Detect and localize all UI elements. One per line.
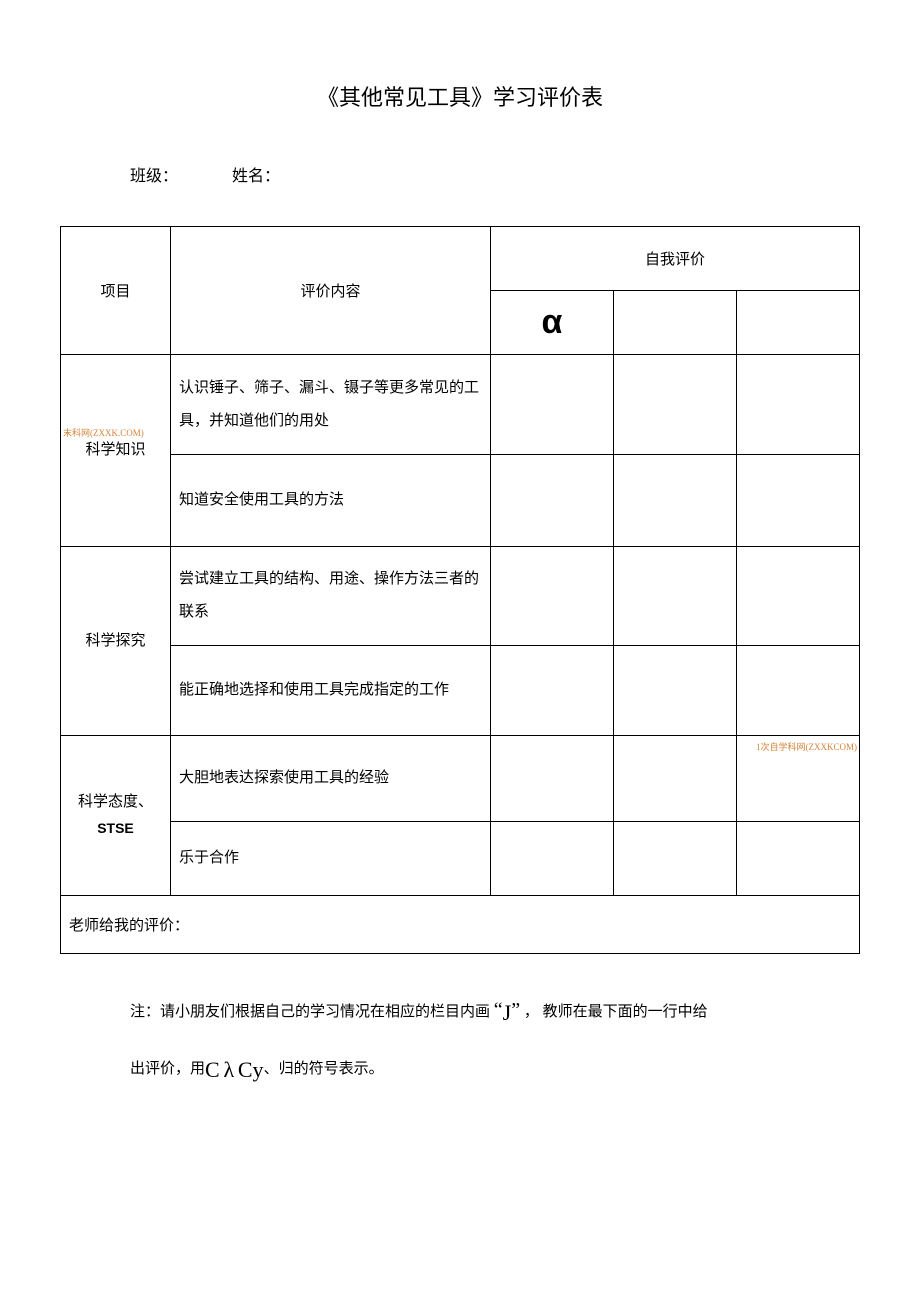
header-content: 评价内容 (171, 227, 491, 355)
project-3: 科学态度、 STSE (61, 736, 171, 896)
evaluation-table: 项目 评价内容 自我评价 α 末科网(ZXXK.COM) 科学知识 认识锤子、筛… (60, 226, 860, 954)
alpha-symbol: α (542, 303, 563, 341)
class-label: 班级： (130, 162, 178, 186)
eval-1-2-b[interactable] (614, 455, 737, 547)
eval-col-2 (614, 291, 737, 355)
eval-3-2-a[interactable] (491, 822, 614, 896)
note-part4: 、归的符号表示。 (264, 1061, 384, 1077)
content-3-1: 大胆地表达探索使用工具的经验 (171, 736, 491, 822)
eval-3-1-a[interactable] (491, 736, 614, 822)
eval-1-1-a[interactable] (491, 355, 614, 455)
eval-2-2-c[interactable] (737, 646, 860, 736)
project-3-line1: 科学态度、 (78, 794, 153, 810)
eval-3-2-c[interactable] (737, 822, 860, 896)
note-text: 注：请小朋友们根据自己的学习情况在相应的栏目内画 “J” ， 教师在最下面的一行… (130, 984, 860, 1098)
note-symbol-c1: C (205, 1057, 220, 1082)
project-1: 末科网(ZXXK.COM) 科学知识 (61, 355, 171, 547)
eval-2-1-a[interactable] (491, 547, 614, 646)
project-2: 科学探究 (61, 547, 171, 736)
eval-3-1-b[interactable] (614, 736, 737, 822)
eval-1-2-a[interactable] (491, 455, 614, 547)
eval-1-1-c[interactable] (737, 355, 860, 455)
eval-col-3 (737, 291, 860, 355)
content-2-1: 尝试建立工具的结构、用途、操作方法三者的联系 (171, 547, 491, 646)
note-quote-close: ” (511, 999, 520, 1021)
eval-1-2-c[interactable] (737, 455, 860, 547)
note-symbol-cy: Cy (238, 1057, 264, 1082)
project-1-label: 科学知识 (85, 442, 145, 458)
eval-col-1: α (491, 291, 614, 355)
page-title: 《其他常见工具》学习评价表 (60, 80, 860, 112)
note-symbol-lambda: λ (223, 1057, 234, 1082)
eval-3-1-c[interactable]: 1次自学科网(ZXXKCOM) (737, 736, 860, 822)
watermark-2: 1次自学科网(ZXXKCOM) (756, 740, 857, 753)
info-row: 班级： 姓名： (130, 162, 860, 186)
note-comma: ， (524, 1004, 539, 1020)
watermark-1: 末科网(ZXXK.COM) (63, 425, 144, 441)
note-quote-open: “ (494, 999, 503, 1021)
note-part1: 注：请小朋友们根据自己的学习情况在相应的栏目内画 (130, 1004, 490, 1020)
eval-2-2-b[interactable] (614, 646, 737, 736)
eval-2-2-a[interactable] (491, 646, 614, 736)
note-part3: 出评价，用 (130, 1061, 205, 1077)
note-part2: 教师在最下面的一行中给 (543, 1004, 708, 1020)
eval-1-1-b[interactable] (614, 355, 737, 455)
content-1-2: 知道安全使用工具的方法 (171, 455, 491, 547)
header-self-eval: 自我评价 (491, 227, 860, 291)
content-3-2: 乐于合作 (171, 822, 491, 896)
project-3-line2: STSE (97, 820, 134, 836)
header-project: 项目 (61, 227, 171, 355)
eval-2-1-b[interactable] (614, 547, 737, 646)
note-symbol-j: J (503, 1000, 512, 1025)
teacher-evaluation[interactable]: 老师给我的评价： (61, 896, 860, 954)
content-1-1: 认识锤子、筛子、漏斗、镊子等更多常见的工具，并知道他们的用处 (171, 355, 491, 455)
content-2-2: 能正确地选择和使用工具完成指定的工作 (171, 646, 491, 736)
eval-3-2-b[interactable] (614, 822, 737, 896)
name-label: 姓名： (232, 162, 280, 186)
eval-2-1-c[interactable] (737, 547, 860, 646)
